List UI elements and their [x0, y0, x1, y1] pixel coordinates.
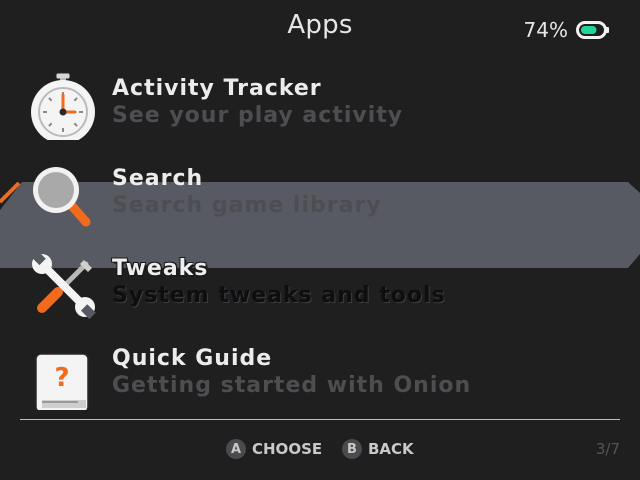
footer-divider [20, 419, 620, 420]
battery-percentage: 74% [523, 18, 568, 42]
choose-hint[interactable]: A CHOOSE [226, 439, 322, 459]
item-subtitle: Getting started with Onion [112, 373, 472, 398]
guide-book-icon: ? [28, 340, 98, 413]
item-title: Tweaks [112, 256, 209, 281]
list-item-search[interactable]: Search Search game library [0, 152, 640, 240]
battery-status: 74% [524, 16, 610, 44]
item-subtitle: Search game library [112, 193, 382, 218]
apps-screen: Apps 74% Activity Tracker See your play … [0, 0, 640, 480]
choose-label: CHOOSE [252, 440, 323, 458]
header-bar: Apps 74% [0, 0, 640, 56]
list-item-activity-tracker[interactable]: Activity Tracker See your play activity [0, 62, 640, 150]
back-hint[interactable]: B BACK [342, 439, 414, 459]
back-label: BACK [368, 440, 414, 458]
item-subtitle: System tweaks and tools [112, 283, 446, 308]
a-button-icon: A [226, 439, 246, 459]
page-indicator: 3/7 [595, 440, 620, 458]
item-title: Activity Tracker [112, 76, 322, 101]
item-title: Quick Guide [112, 346, 273, 371]
stopwatch-icon [28, 70, 98, 144]
list-item-quick-guide[interactable]: ? Quick Guide Getting started with Onion [0, 332, 640, 420]
wrench-screwdriver-icon [28, 250, 98, 320]
svg-text:?: ? [54, 363, 69, 393]
b-button-icon: B [342, 439, 362, 459]
item-subtitle: See your play activity [112, 103, 404, 128]
battery-icon [576, 21, 610, 39]
footer-bar: A CHOOSE B BACK 3/7 [0, 430, 640, 470]
magnifier-icon [28, 160, 98, 230]
app-list: Activity Tracker See your play activity … [0, 62, 640, 413]
list-item-tweaks[interactable]: Tweaks System tweaks and tools [0, 242, 640, 330]
item-title: Search [112, 166, 204, 191]
